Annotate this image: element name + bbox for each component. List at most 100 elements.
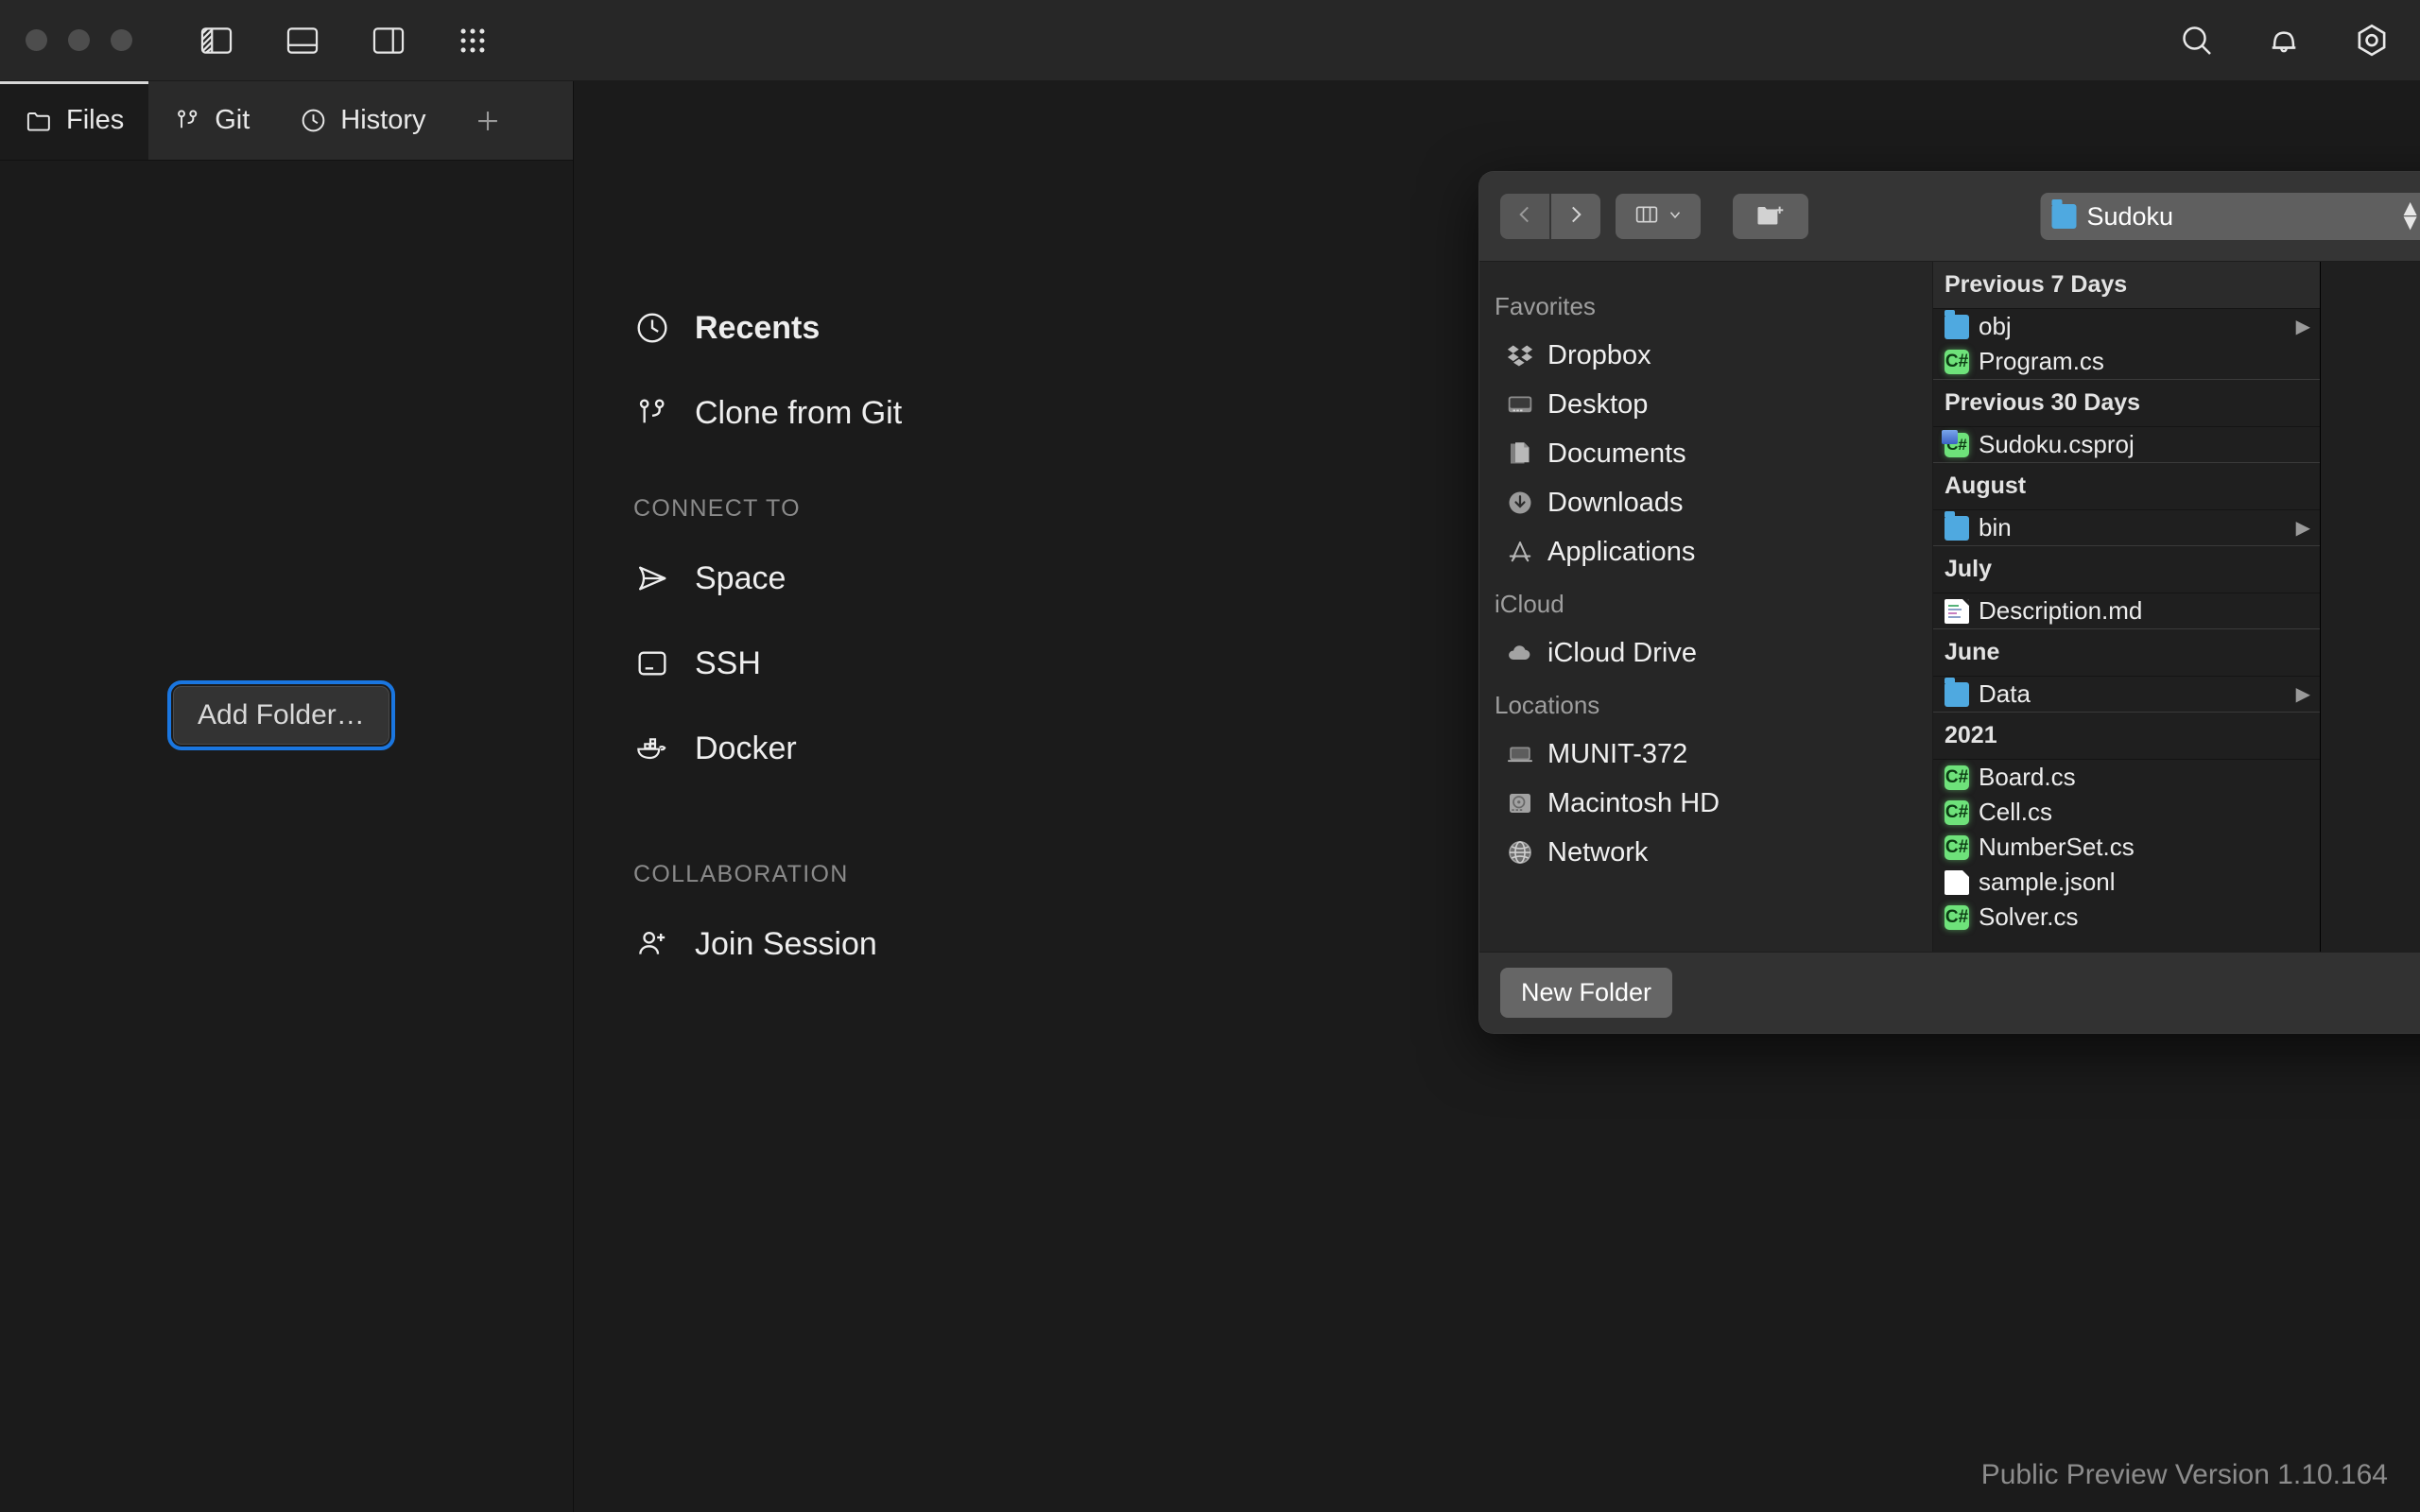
file-row[interactable]: bin ▶ — [1933, 510, 2320, 545]
file-row[interactable]: C# Cell.cs — [1933, 795, 2320, 830]
file-column[interactable]: Previous 7 Days obj ▶ C# Program.cs Prev… — [1933, 262, 2321, 952]
add-folder-button[interactable]: Add Folder… — [167, 680, 395, 750]
new-folder-icon — [1755, 201, 1786, 232]
sidebar-item-network[interactable]: Network — [1479, 828, 1932, 877]
tab-bar: Files Git History — [0, 81, 573, 161]
welcome-item-docker-label: Docker — [695, 730, 797, 766]
minimize-button[interactable] — [68, 29, 90, 51]
title-bar-actions — [2178, 0, 2392, 80]
file-group-header: June — [1933, 629, 2320, 677]
sidebar-item-downloads[interactable]: Downloads — [1479, 478, 1932, 527]
sidebar-header-icloud: iCloud — [1495, 590, 1564, 618]
documents-icon — [1506, 439, 1534, 468]
file-group-header: Previous 7 Days — [1933, 262, 2320, 309]
file-name: Sudoku.csproj — [1979, 430, 2135, 458]
sidebar-item-dropbox[interactable]: Dropbox — [1479, 331, 1932, 380]
view-mode-button[interactable] — [1616, 194, 1701, 239]
welcome-item-clone-from-git[interactable]: Clone from Git — [633, 384, 1219, 442]
file-row[interactable]: Description.md — [1933, 593, 2320, 628]
file-name: NumberSet.cs — [1979, 833, 2135, 861]
back-button[interactable] — [1500, 194, 1549, 239]
app-window: Files Git History Add Folder… Recents Cl… — [0, 0, 2420, 1512]
dropbox-icon — [1506, 341, 1534, 369]
desktop-icon — [1506, 390, 1534, 419]
file-group-header: Previous 30 Days — [1933, 380, 2320, 427]
welcome-item-ssh[interactable]: SSH — [633, 634, 1219, 693]
dialog-sidebar: Favorites Dropbox Desktop Documents Down… — [1479, 262, 1933, 952]
sidebar-item-munit-372[interactable]: MUNIT-372 — [1479, 730, 1932, 779]
search-icon[interactable] — [2178, 22, 2216, 60]
new-folder-toolbar-button[interactable] — [1733, 194, 1808, 239]
clock-icon — [299, 106, 328, 135]
sidebar-item-desktop-label: Desktop — [1547, 388, 1649, 420]
sidebar-item-network-label: Network — [1547, 836, 1649, 868]
preview-pane — [2321, 262, 2420, 952]
folder-icon — [2051, 199, 2077, 229]
welcome-item-join-session[interactable]: Join Session — [633, 915, 1219, 973]
file-group: 2021 C# Board.cs C# Cell.cs C# NumberSet… — [1933, 713, 2320, 935]
file-group: Previous 30 Days C# Sudoku.csproj — [1933, 380, 2320, 463]
file-row[interactable]: obj ▶ — [1933, 309, 2320, 344]
welcome-item-space[interactable]: Space — [633, 549, 1219, 608]
left-panel-toggle-icon[interactable] — [199, 23, 234, 59]
notifications-bell-icon[interactable] — [2265, 22, 2303, 60]
dialog-content: Favorites Dropbox Desktop Documents Down… — [1479, 262, 2420, 952]
generic-file-icon — [1945, 869, 1969, 895]
maximize-button[interactable] — [111, 29, 132, 51]
file-name: Solver.cs — [1979, 902, 2079, 931]
forward-button[interactable] — [1551, 194, 1600, 239]
dialog-footer: New Folder Cancel Open — [1479, 952, 2420, 1033]
chevron-right-icon — [1564, 202, 1588, 232]
file-row[interactable]: C# NumberSet.cs — [1933, 830, 2320, 865]
path-popup-button[interactable]: Sudoku ▲ ▼ — [2040, 193, 2420, 240]
main-area: Recents Clone from Git CONNECT TO Space … — [574, 81, 2420, 1512]
files-empty-state: Add Folder… — [0, 161, 573, 1512]
tab-files[interactable]: Files — [0, 81, 149, 160]
right-panel-toggle-icon[interactable] — [371, 23, 406, 59]
new-folder-button[interactable]: New Folder — [1500, 968, 1673, 1018]
welcome-item-space-label: Space — [695, 559, 786, 596]
column-view-icon — [1634, 203, 1660, 231]
welcome-list: Recents Clone from Git CONNECT TO Space … — [633, 299, 1219, 1000]
clock-icon — [633, 309, 671, 347]
file-row[interactable]: sample.jsonl — [1933, 865, 2320, 900]
folder-icon — [1945, 510, 1969, 541]
disclosure-arrow-icon[interactable]: ▶ — [2296, 519, 2310, 538]
settings-gear-icon[interactable] — [2352, 21, 2392, 60]
file-name: Cell.cs — [1979, 798, 2053, 826]
sidebar-item-documents[interactable]: Documents — [1479, 429, 1932, 478]
file-row[interactable]: C# Solver.cs — [1933, 900, 2320, 935]
csharp-file-icon: C# — [1945, 349, 1969, 374]
file-name: bin — [1979, 513, 2012, 541]
bottom-panel-toggle-icon[interactable] — [285, 23, 320, 59]
welcome-item-docker[interactable]: Docker — [633, 719, 1219, 778]
tab-git[interactable]: Git — [148, 81, 274, 160]
disclosure-arrow-icon[interactable]: ▶ — [2296, 318, 2310, 336]
sidebar-item-applications[interactable]: Applications — [1479, 527, 1932, 576]
file-row[interactable]: C# Board.cs — [1933, 760, 2320, 795]
grid-apps-icon[interactable] — [457, 25, 489, 57]
file-group-header: 2021 — [1933, 713, 2320, 760]
file-row[interactable]: C# Sudoku.csproj — [1933, 427, 2320, 462]
tab-add-button[interactable] — [451, 81, 525, 160]
tab-history[interactable]: History — [274, 81, 450, 160]
chevron-down-icon — [1667, 206, 1684, 228]
sidebar-item-macintosh-hd-label: Macintosh HD — [1547, 787, 1720, 818]
welcome-item-recents[interactable]: Recents — [633, 299, 1219, 357]
csproj-file-icon: C# — [1942, 429, 1969, 457]
file-row[interactable]: Data ▶ — [1933, 677, 2320, 712]
close-button[interactable] — [26, 29, 47, 51]
version-status: Public Preview Version 1.10.164 — [1980, 1459, 2388, 1490]
folder-icon — [1945, 677, 1969, 707]
file-row[interactable]: C# Program.cs — [1933, 344, 2320, 379]
welcome-item-recents-label: Recents — [695, 309, 821, 346]
network-globe-icon — [1506, 838, 1534, 867]
file-group: July Description.md — [1933, 546, 2320, 629]
sidebar-header-favorites: Favorites — [1495, 292, 1596, 320]
sidebar-item-icloud-drive[interactable]: iCloud Drive — [1479, 628, 1932, 678]
disclosure-arrow-icon[interactable]: ▶ — [2296, 685, 2310, 704]
sidebar-item-desktop[interactable]: Desktop — [1479, 380, 1932, 429]
applications-icon — [1506, 538, 1534, 566]
icloud-icon — [1506, 639, 1534, 667]
sidebar-item-macintosh-hd[interactable]: Macintosh HD — [1479, 779, 1932, 828]
